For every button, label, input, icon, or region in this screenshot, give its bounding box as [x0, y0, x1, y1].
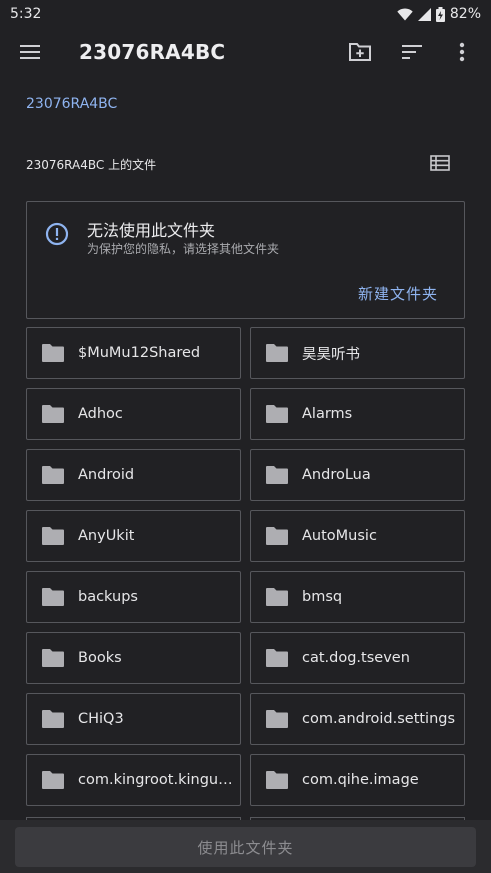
folder-name: 昊昊听书 [302, 346, 360, 363]
list-view-icon [430, 155, 450, 175]
folder-tile[interactable]: AutoMusic [250, 510, 465, 562]
folder-icon [265, 343, 289, 363]
folder-icon [41, 404, 65, 424]
folder-name: com.kingroot.kingus… [78, 772, 233, 788]
folder-name: $MuMu12Shared [78, 345, 201, 361]
more-vert-icon [459, 42, 465, 66]
folder-tile[interactable]: com.kingroot.kingus… [26, 754, 241, 806]
folder-tile[interactable]: cat.dog.tseven [250, 632, 465, 684]
folder-tile[interactable]: bmsq [250, 571, 465, 623]
folder-name: Adhoc [78, 406, 123, 422]
battery-percent: 82% [449, 6, 481, 22]
more-options-button[interactable] [438, 30, 486, 78]
folder-tile[interactable]: com.qihe.image [250, 754, 465, 806]
folder-icon [41, 770, 65, 790]
sort-icon [401, 44, 423, 64]
notice-title: 无法使用此文件夹 [87, 221, 216, 240]
notice-subtitle: 为保护您的隐私，请选择其他文件夹 [87, 242, 280, 256]
notice-card: 无法使用此文件夹 为保护您的隐私，请选择其他文件夹 新建文件夹 [26, 201, 465, 319]
menu-icon [19, 44, 41, 64]
top-app-bar: 23076RA4BC [0, 28, 491, 80]
folder-name: com.android.settings [302, 711, 456, 727]
folder-tile[interactable]: AnyUkit [26, 510, 241, 562]
app-title: 23076RA4BC [79, 40, 226, 64]
folder-icon [41, 709, 65, 729]
folder-grid: $MuMu12Shared 昊昊听书 Adhoc Alarms Android Andro… [26, 327, 466, 806]
create-folder-icon [348, 42, 372, 66]
folder-tile[interactable]: CHiQ3 [26, 693, 241, 745]
breadcrumb[interactable]: 23076RA4BC [26, 96, 117, 112]
bottom-bar: 使用此文件夹 [0, 820, 491, 873]
folder-name: Android [78, 467, 135, 483]
info-icon [45, 222, 69, 250]
folder-name: Alarms [302, 406, 353, 422]
folder-icon [265, 404, 289, 424]
wifi-icon [397, 7, 413, 21]
folder-icon [41, 587, 65, 607]
create-folder-button[interactable] [336, 30, 384, 78]
list-view-button[interactable] [416, 141, 464, 189]
folder-name: CHiQ3 [78, 711, 124, 727]
folder-name: AndroLua [302, 467, 371, 483]
folder-icon [265, 587, 289, 607]
menu-button[interactable] [6, 30, 54, 78]
use-folder-button[interactable]: 使用此文件夹 [15, 827, 476, 867]
folder-name: backups [78, 589, 138, 605]
folder-icon [41, 526, 65, 546]
folder-name: bmsq [302, 589, 343, 605]
status-bar: 5:32 82% [0, 0, 491, 28]
folder-icon [265, 526, 289, 546]
folder-icon [265, 770, 289, 790]
folder-name: cat.dog.tseven [302, 650, 410, 666]
signal-icon [417, 7, 431, 21]
folder-tile[interactable]: $MuMu12Shared [26, 327, 241, 379]
folder-name: AnyUkit [78, 528, 135, 544]
folder-icon [265, 648, 289, 668]
folder-name: com.qihe.image [302, 772, 419, 788]
folder-icon [265, 709, 289, 729]
folder-name: Books [78, 650, 122, 666]
folder-name: AutoMusic [302, 528, 377, 544]
folder-tile[interactable]: Adhoc [26, 388, 241, 440]
status-icons: 82% [397, 6, 481, 22]
folder-tile[interactable]: Android [26, 449, 241, 501]
folder-tile[interactable]: Alarms [250, 388, 465, 440]
folder-tile[interactable]: com.android.settings [250, 693, 465, 745]
folder-tile[interactable]: Books [26, 632, 241, 684]
battery-icon [435, 6, 445, 22]
folder-icon [265, 465, 289, 485]
folder-tile[interactable]: 昊昊听书 [250, 327, 465, 379]
status-time: 5:32 [10, 6, 42, 22]
folder-tile[interactable]: backups [26, 571, 241, 623]
folder-tile[interactable]: AndroLua [250, 449, 465, 501]
new-folder-link[interactable]: 新建文件夹 [358, 283, 438, 304]
folder-icon [41, 648, 65, 668]
sort-button[interactable] [388, 30, 436, 78]
folder-icon [41, 465, 65, 485]
section-title: 23076RA4BC 上的文件 [26, 158, 157, 172]
folder-icon [41, 343, 65, 363]
